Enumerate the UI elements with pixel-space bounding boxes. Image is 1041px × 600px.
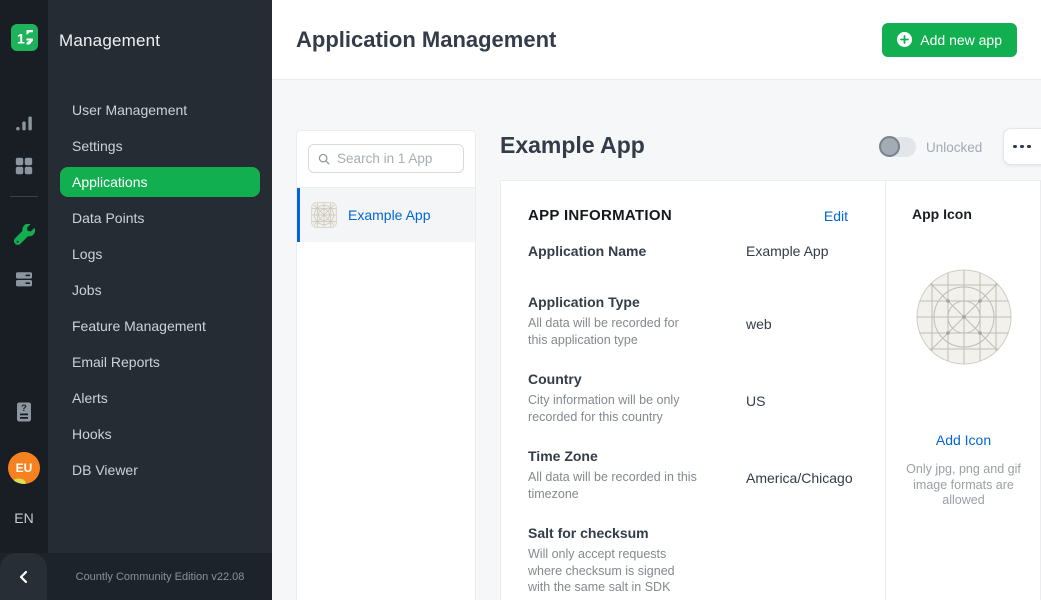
field-desc: All data will be recorded for this appli… bbox=[528, 315, 700, 348]
field-desc: All data will be recorded in this timezo… bbox=[528, 469, 700, 502]
sidebar-title: Management bbox=[59, 31, 160, 51]
field-value: web bbox=[746, 315, 772, 348]
info-row-application-name: Application Name Example App bbox=[528, 242, 885, 261]
sidebar-item-email-reports[interactable]: Email Reports bbox=[48, 344, 272, 380]
add-icon-link[interactable]: Add Icon bbox=[886, 432, 1041, 448]
sidebar-item-db-viewer[interactable]: DB Viewer bbox=[48, 452, 272, 488]
app-search-box[interactable] bbox=[308, 144, 464, 173]
app-icon-placeholder-image bbox=[916, 269, 1012, 365]
field-label: Application Type bbox=[528, 293, 746, 312]
lock-toggle-knob bbox=[879, 136, 900, 157]
sidebar-collapse-button[interactable] bbox=[0, 553, 47, 600]
version-caption: Countly Community Edition v22.08 bbox=[48, 571, 272, 583]
sidebar-item-alerts[interactable]: Alerts bbox=[48, 380, 272, 416]
plugins-grid-icon[interactable] bbox=[0, 155, 48, 177]
app-list-item-example-app[interactable]: Example App bbox=[297, 188, 475, 242]
icon-format-note: Only jpg, png and gif image formats are … bbox=[903, 462, 1025, 509]
more-options-button[interactable] bbox=[1003, 128, 1041, 165]
management-wrench-icon[interactable] bbox=[0, 222, 48, 246]
sidebar-item-applications[interactable]: Applications bbox=[60, 167, 260, 197]
field-desc: City information will be only recorded f… bbox=[528, 392, 700, 425]
selected-app-title: Example App bbox=[500, 132, 645, 159]
lock-state-label: Unlocked bbox=[926, 140, 982, 155]
ellipsis-icon bbox=[1013, 145, 1017, 149]
field-value: US bbox=[746, 392, 765, 425]
sidebar-item-jobs[interactable]: Jobs bbox=[48, 272, 272, 308]
sidebar-item-logs[interactable]: Logs bbox=[48, 236, 272, 272]
icon-rail: 1 bbox=[0, 0, 48, 600]
sidebar-item-feature-management[interactable]: Feature Management bbox=[48, 308, 272, 344]
page-title: Application Management bbox=[296, 27, 556, 53]
app-information-section: APP INFORMATION Edit Application Name Ex… bbox=[501, 181, 885, 600]
edit-link[interactable]: Edit bbox=[824, 208, 848, 224]
language-selector[interactable]: EN bbox=[14, 510, 33, 526]
management-sidebar: Management User Management Settings Appl… bbox=[48, 0, 272, 600]
avatar-initials: EU bbox=[16, 461, 33, 475]
application-management-page: 1 bbox=[0, 0, 1041, 600]
info-row-application-type: Application Type All data will be record… bbox=[528, 293, 885, 348]
page-header: Application Management Add new app bbox=[272, 0, 1041, 80]
field-label: Salt for checksum bbox=[528, 524, 746, 543]
app-search-input[interactable] bbox=[337, 151, 454, 166]
add-new-app-label: Add new app bbox=[920, 32, 1002, 48]
info-row-time-zone: Time Zone All data will be recorded in t… bbox=[528, 447, 885, 502]
search-icon bbox=[318, 152, 330, 166]
app-thumbnail-placeholder-icon bbox=[311, 202, 337, 228]
svg-text:1: 1 bbox=[17, 31, 25, 47]
avatar-accent bbox=[8, 477, 27, 484]
field-label: Application Name bbox=[528, 242, 746, 261]
field-label: Time Zone bbox=[528, 447, 746, 466]
user-avatar[interactable]: EU bbox=[8, 452, 40, 484]
app-list-panel: Example App bbox=[296, 130, 476, 600]
sidebar-item-settings[interactable]: Settings bbox=[48, 128, 272, 164]
sidebar-item-hooks[interactable]: Hooks bbox=[48, 416, 272, 452]
lock-toggle[interactable] bbox=[880, 137, 916, 157]
sidebar-item-data-points[interactable]: Data Points bbox=[48, 200, 272, 236]
app-information-title: APP INFORMATION bbox=[528, 207, 672, 224]
chevron-left-icon bbox=[17, 570, 31, 584]
sidebar-item-user-management[interactable]: User Management bbox=[48, 92, 272, 128]
countly-logo-icon[interactable]: 1 bbox=[0, 24, 48, 51]
svg-text:?: ? bbox=[21, 403, 27, 413]
report-manager-icon[interactable]: ? bbox=[0, 400, 48, 424]
field-label: Country bbox=[528, 370, 746, 389]
plus-circle-icon bbox=[897, 32, 912, 47]
sidebar-nav: User Management Settings Applications Da… bbox=[48, 92, 272, 488]
app-icon-placeholder bbox=[886, 269, 1041, 370]
sidebar-footer: Countly Community Edition v22.08 bbox=[0, 553, 272, 600]
app-icon-title: App Icon bbox=[886, 205, 1041, 224]
rail-divider bbox=[10, 196, 38, 197]
app-search-wrap bbox=[297, 131, 475, 187]
info-row-country: Country City information will be only re… bbox=[528, 370, 885, 425]
info-row-salt-for-checksum: Salt for checksum Will only accept reque… bbox=[528, 524, 885, 596]
app-item-name: Example App bbox=[348, 207, 431, 223]
field-value: Example App bbox=[746, 242, 829, 261]
app-detail-card: APP INFORMATION Edit Application Name Ex… bbox=[500, 180, 1041, 600]
field-desc: Will only accept requests where checksum… bbox=[528, 546, 700, 596]
data-manager-server-icon[interactable] bbox=[0, 268, 48, 290]
add-new-app-button[interactable]: Add new app bbox=[882, 23, 1017, 57]
analytics-bars-icon[interactable] bbox=[0, 112, 48, 134]
app-icon-section: App Icon bbox=[885, 181, 1041, 600]
field-value: America/Chicago bbox=[746, 469, 853, 502]
